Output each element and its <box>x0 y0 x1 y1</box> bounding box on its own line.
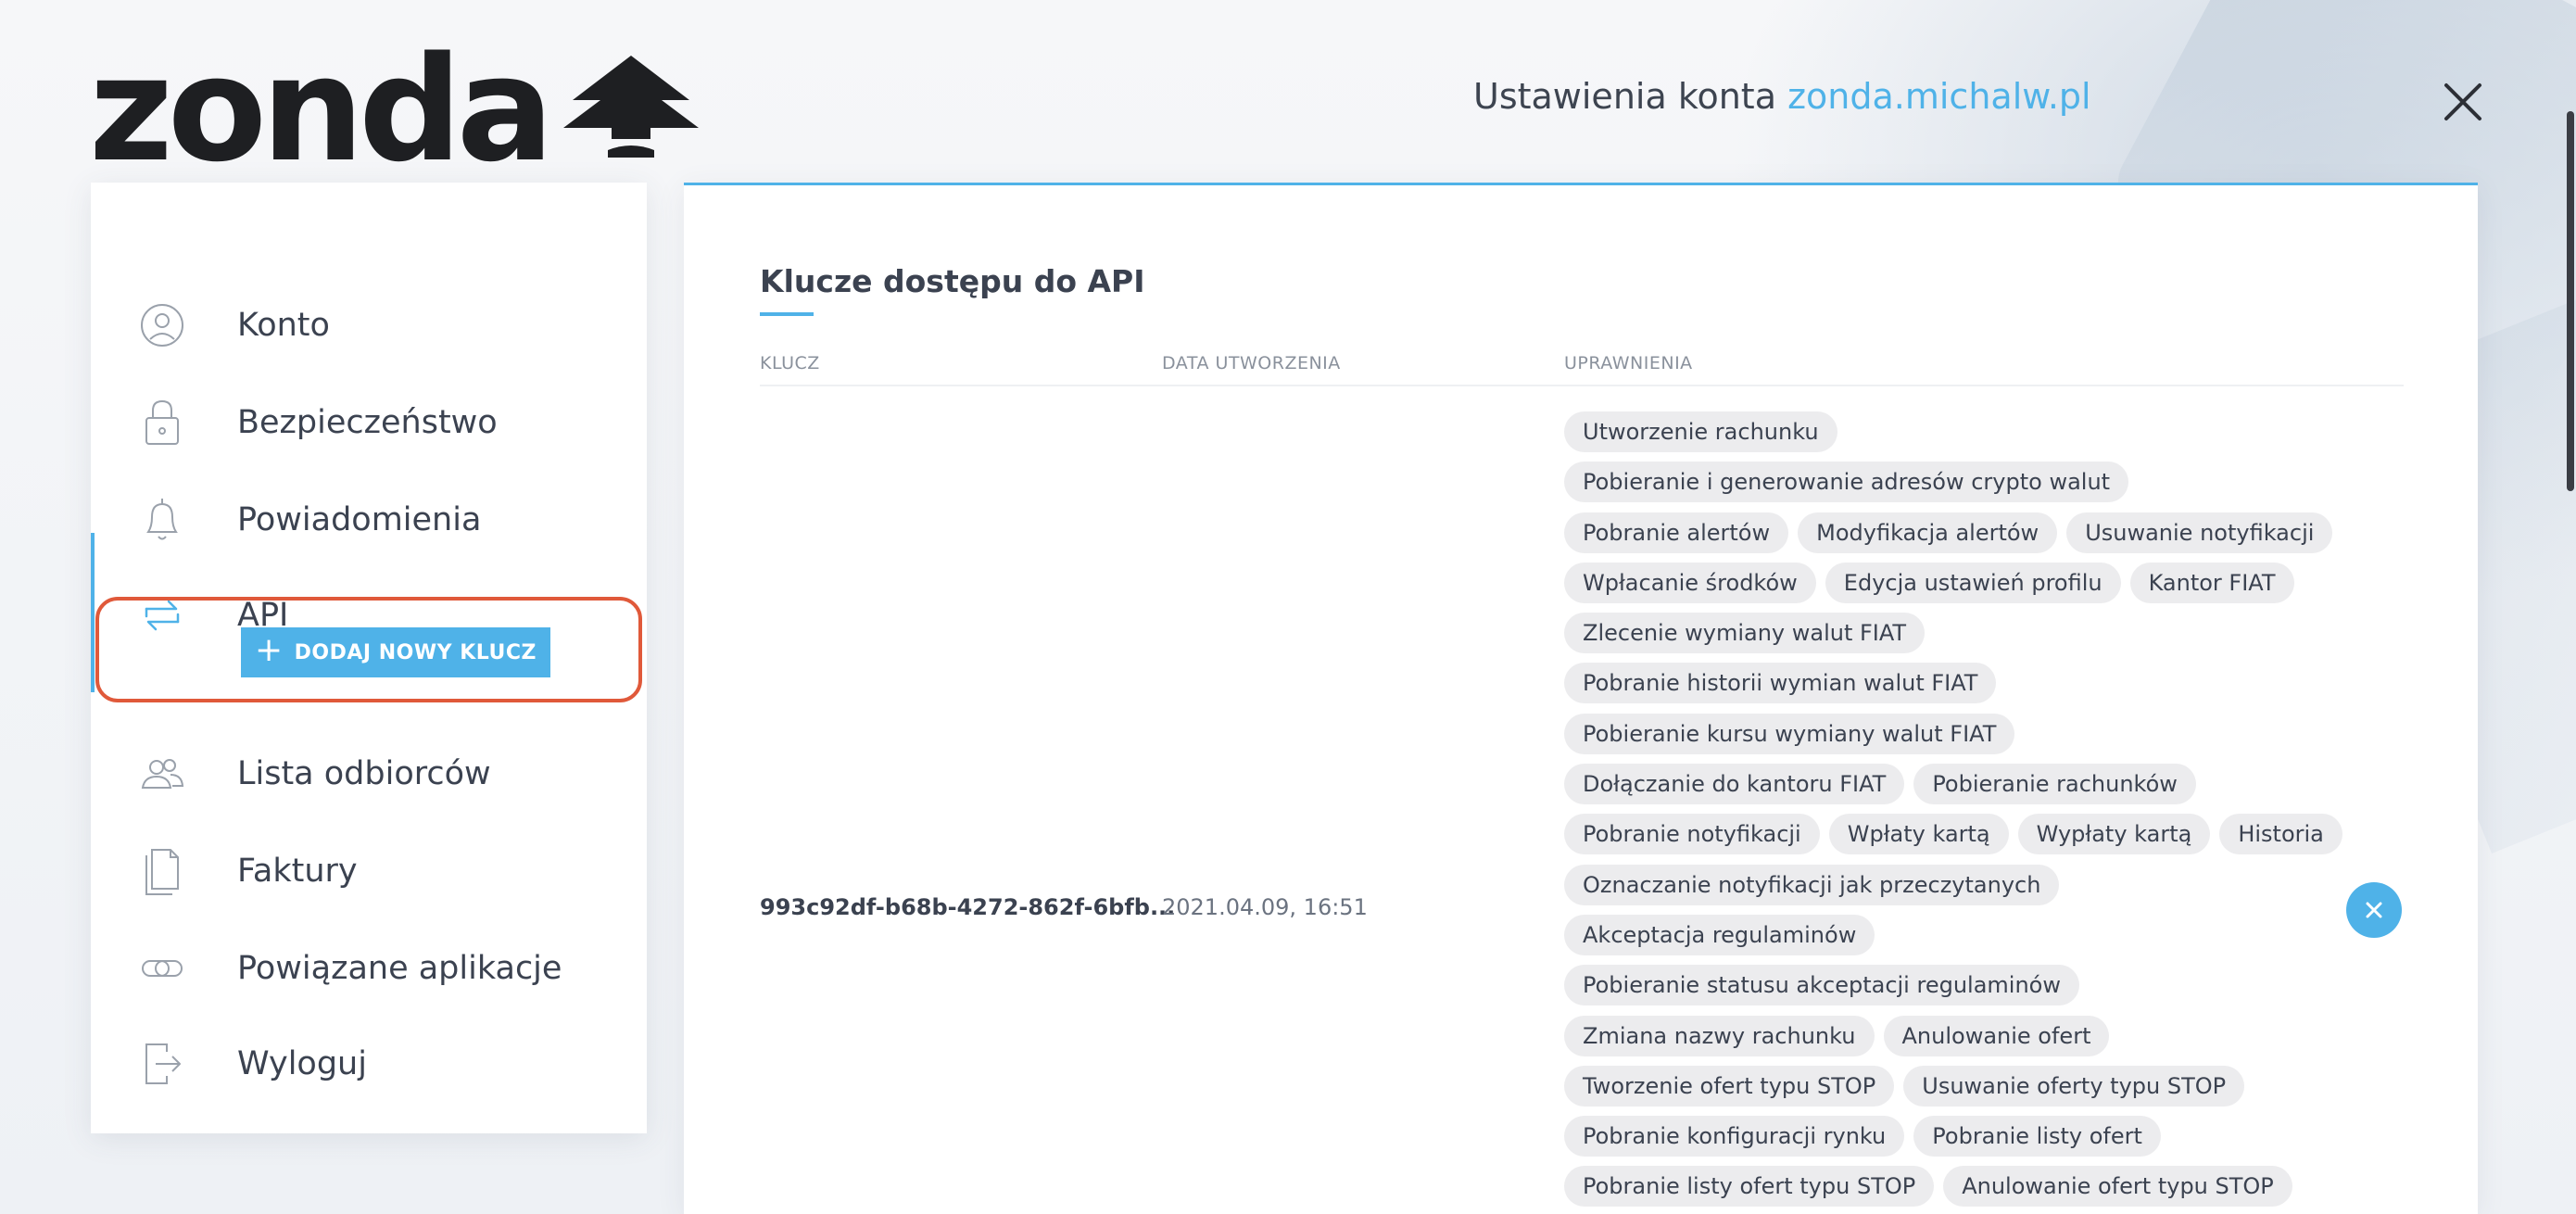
api-key-created-date: 2021.04.09, 16:51 <box>1162 894 1368 920</box>
sidebar-item-faktury[interactable]: Faktury <box>91 834 647 908</box>
permission-row: Pobieranie kursu wymiany walut FIAT <box>1564 713 2324 754</box>
permission-tag: Pobieranie rachunków <box>1913 764 2196 805</box>
permission-row: Akceptacja regulaminów <box>1564 914 2324 955</box>
logout-icon <box>145 1043 181 1084</box>
sidebar-item-label: Faktury <box>237 853 358 890</box>
sidebar-item-lista-odbiorcow[interactable]: Lista odbiorców <box>91 737 647 811</box>
sidebar-item-label: Powiadomienia <box>237 501 482 538</box>
table-header-divider <box>760 385 2404 386</box>
settings-sidebar: Konto Bezpieczeństwo Powiadomienia API +… <box>91 183 647 1133</box>
permission-tag: Kantor FIAT <box>2129 562 2294 603</box>
column-header-key: KLUCZ <box>760 353 820 373</box>
sidebar-item-powiazane-aplikacje[interactable]: Powiązane aplikacje <box>91 931 647 1005</box>
permission-tag: Wpłaty kartą <box>1828 814 2009 855</box>
delete-key-button[interactable] <box>2346 882 2402 938</box>
permission-tag: Tworzenie ofert typu STOP <box>1564 1065 1895 1107</box>
permission-row: Pobieranie i generowanie adresów crypto … <box>1564 462 2324 503</box>
column-header-created: DATA UTWORZENIA <box>1162 353 1341 373</box>
permission-tag: Wpłacanie środków <box>1564 562 1816 603</box>
permission-tag: Pobieranie kursu wymiany walut FIAT <box>1564 713 2015 754</box>
link-icon <box>142 960 183 977</box>
bell-icon <box>146 499 178 540</box>
permission-tag: Dołączanie do kantoru FIAT <box>1564 764 1905 805</box>
sidebar-item-bezpieczenstwo[interactable]: Bezpieczeństwo <box>91 386 647 460</box>
permission-row: Pobranie konfiguracji rynku Pobranie list… <box>1564 1116 2324 1157</box>
add-key-label: DODAJ NOWY KLUCZ <box>294 640 537 664</box>
close-icon <box>2366 902 2382 918</box>
permission-row: Pobranie historii wymian walut FIAT <box>1564 663 2324 704</box>
permission-tag: Usuwanie notyfikacji <box>2066 512 2333 553</box>
permission-tag: Modyfikacja alertów <box>1798 512 2058 553</box>
permission-row: Oznaczanie notyfikacji jak przeczytanych <box>1564 864 2324 905</box>
permission-tag: Anulowanie ofert typu STOP <box>1943 1166 2292 1208</box>
permission-row: Pobranie notyfikacji Wpłaty kartą Wypłaty … <box>1564 814 2342 855</box>
permissions-list: Utworzenie rachunku Pobieranie i generowa… <box>1564 411 2342 1214</box>
permission-row: Pobieranie statusu akceptacji regulaminó… <box>1564 965 2324 1006</box>
sidebar-item-konto[interactable]: Konto <box>91 288 647 362</box>
logo-text: zonda <box>89 25 554 194</box>
api-key-value[interactable]: 993c92df-b68b-4272-862f-6bfb... <box>760 894 1175 920</box>
sidebar-item-wyloguj[interactable]: Wyloguj <box>91 1027 647 1101</box>
permission-row: Dołączanie do kantoru FIAT Pobieranie rac… <box>1564 764 2324 805</box>
column-header-permissions: UPRAWNIENIA <box>1564 353 1693 373</box>
permission-tag: Pobranie notyfikacji <box>1564 814 1820 855</box>
permission-row: Tworzenie ofert typu STOP Usuwanie oferty… <box>1564 1065 2324 1107</box>
permission-tag: Pobranie listy ofert typu STOP <box>1564 1166 1935 1208</box>
users-icon <box>141 759 184 789</box>
permission-tag: Usuwanie oferty typu STOP <box>1903 1065 2245 1107</box>
lock-icon <box>145 399 179 445</box>
permission-tag: Pobranie alertów <box>1564 512 1789 553</box>
logo-mark-icon <box>562 56 699 158</box>
page-header-title: Ustawienia konta zonda.michalw.pl <box>1473 76 2091 117</box>
permission-row: Utworzenie rachunku <box>1564 411 2324 452</box>
permission-tag: Zlecenie wymiany walut FIAT <box>1564 613 1926 654</box>
permission-tag: Akceptacja regulaminów <box>1564 914 1875 955</box>
sidebar-item-powiadomienia[interactable]: Powiadomienia <box>91 483 647 557</box>
permission-row: Zlecenie wymiany walut FIAT <box>1564 613 2324 654</box>
permission-tag: Pobranie historii wymian walut FIAT <box>1564 663 1997 704</box>
permission-tag: Pobranie konfiguracji rynku <box>1564 1116 1905 1157</box>
section-title: Klucze dostępu do API <box>760 263 1145 299</box>
permission-row: Pobranie listy ofert typu STOP Anulowanie… <box>1564 1166 2324 1208</box>
sidebar-item-label: Lista odbiorców <box>237 755 491 792</box>
zonda-logo[interactable]: zonda <box>89 25 701 194</box>
section-title-underline <box>760 312 814 316</box>
permission-tag: Anulowanie ofert <box>1883 1015 2110 1056</box>
permission-tag: Pobranie listy ofert <box>1913 1116 2161 1157</box>
permission-row: Zmiana nazwy rachunku Anulowanie ofert <box>1564 1015 2324 1056</box>
sidebar-item-label: Bezpieczeństwo <box>237 404 498 441</box>
sidebar-item-label: Konto <box>237 307 330 344</box>
header-title-prefix: Ustawienia konta <box>1473 76 1776 117</box>
permission-tag: Zmiana nazwy rachunku <box>1564 1015 1875 1056</box>
documents-icon <box>145 849 179 895</box>
plus-icon: + <box>255 631 284 669</box>
api-keys-panel: Klucze dostępu do API KLUCZ DATA UTWORZE… <box>684 183 2478 1214</box>
add-new-key-button[interactable]: + DODAJ NOWY KLUCZ <box>241 627 550 677</box>
permission-tag: Utworzenie rachunku <box>1564 411 1837 452</box>
permission-tag: Wypłaty kartą <box>2017 814 2211 855</box>
header-domain: zonda.michalw.pl <box>1787 76 2091 117</box>
permission-tag: Pobieranie statusu akceptacji regulaminó… <box>1564 965 2079 1006</box>
sidebar-item-label: Powiązane aplikacje <box>237 950 562 987</box>
permission-tag: Oznaczanie notyfikacji jak przeczytanych <box>1564 864 2060 905</box>
permission-tag: Pobieranie i generowanie adresów crypto … <box>1564 462 2129 503</box>
page-scrollbar[interactable] <box>2567 111 2574 491</box>
permission-tag: Historia <box>2219 814 2342 855</box>
close-icon <box>2444 83 2481 120</box>
permission-tag: Edycja ustawień profilu <box>1825 562 2121 603</box>
permission-row: Wpłacanie środków Edycja ustawień profilu… <box>1564 562 2324 603</box>
user-circle-icon <box>141 304 183 347</box>
sidebar-item-label: Wyloguj <box>237 1045 367 1082</box>
close-button[interactable] <box>2435 74 2491 130</box>
permission-row: Pobranie alertów Modyfikacja alertów Usuwa… <box>1564 512 2333 553</box>
